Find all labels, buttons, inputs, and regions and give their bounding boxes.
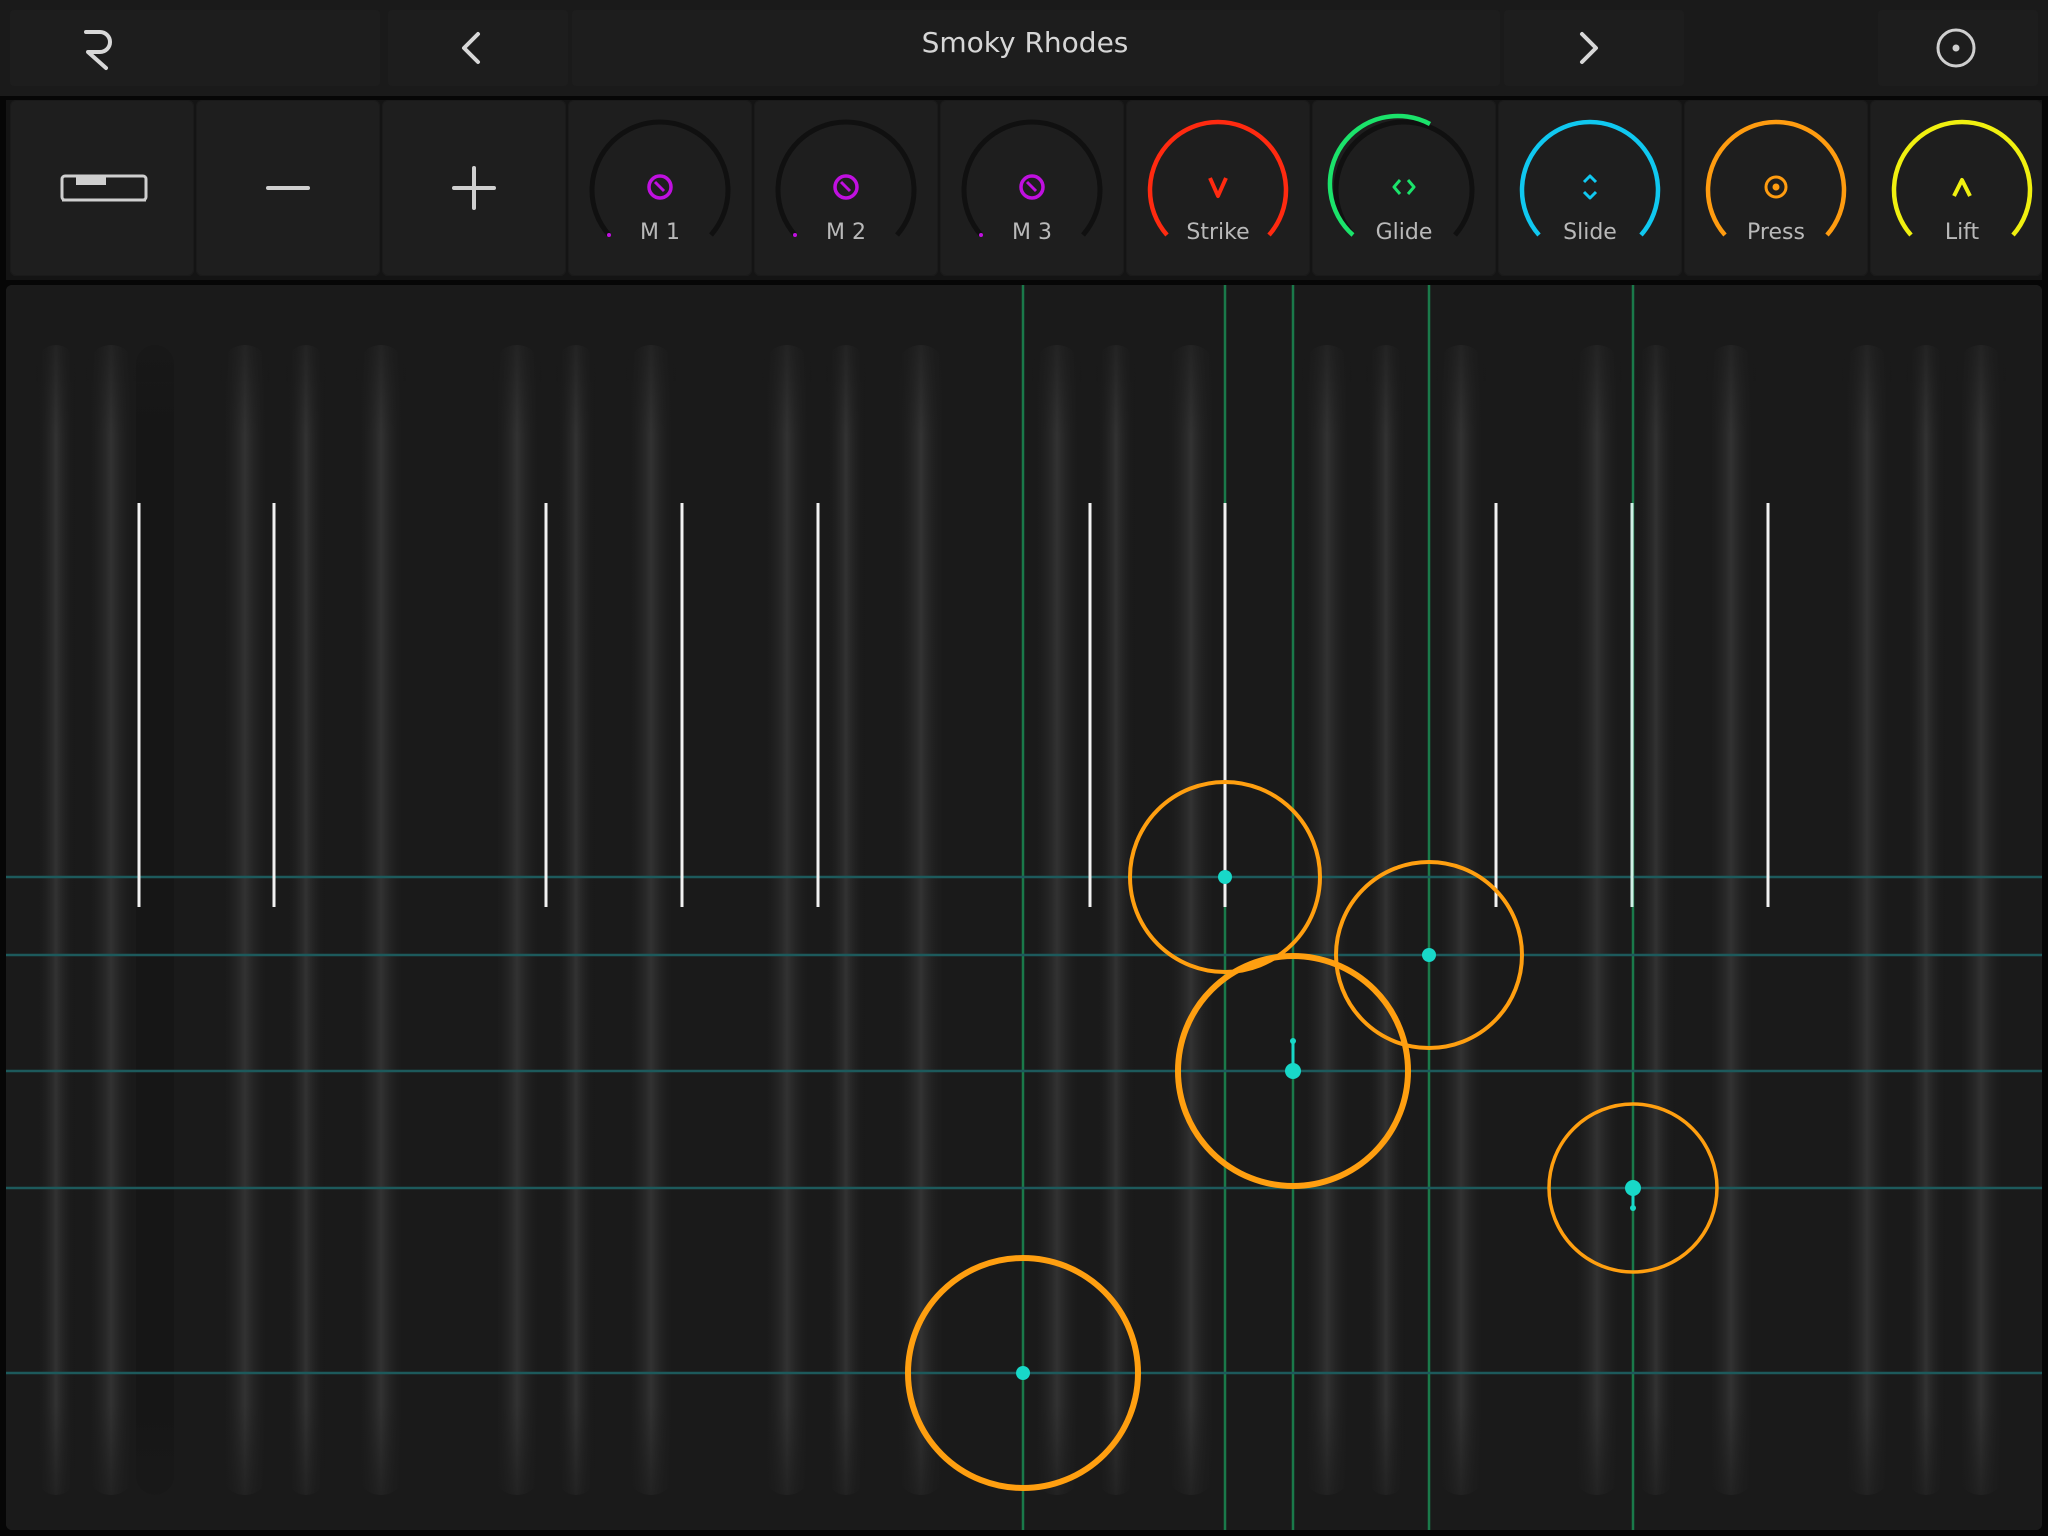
- macro-knob-icon: [775, 119, 917, 237]
- keyboard-layout-button[interactable]: [10, 100, 194, 276]
- strike-label: Strike: [1186, 220, 1250, 245]
- preset-title: Smoky Rhodes: [921, 26, 1129, 59]
- touch-dot: [1016, 1366, 1030, 1380]
- press-icon: [1705, 119, 1847, 237]
- glide-label: Glide: [1375, 220, 1433, 245]
- logo-button[interactable]: [10, 10, 380, 86]
- previous-preset-button[interactable]: [388, 10, 568, 86]
- playing-surface[interactable]: [6, 285, 2042, 1530]
- glide-icon: [1327, 113, 1475, 237]
- glide-knob[interactable]: Glide: [1312, 100, 1496, 276]
- press-label: Press: [1747, 220, 1805, 245]
- keywave-surface[interactable]: [6, 285, 2042, 1530]
- chevron-left-icon: [462, 32, 480, 64]
- record-circle-icon: [1936, 28, 1976, 68]
- minus-icon: [266, 186, 310, 190]
- plus-icon: [452, 166, 496, 210]
- macro-2-knob[interactable]: M 2: [754, 100, 938, 276]
- touch-dot: [1625, 1180, 1641, 1196]
- lift-knob[interactable]: Lift: [1870, 100, 2042, 276]
- touch-dot: [1218, 870, 1232, 884]
- macro-3-knob[interactable]: M 3: [940, 100, 1124, 276]
- octave-down-button[interactable]: [196, 100, 380, 276]
- lift-label: Lift: [1944, 220, 1980, 245]
- top-bar: Smoky Rhodes: [0, 0, 2048, 96]
- control-strip: M 1 M 2 M 3 Strike Glide Slide Press Lif…: [6, 100, 2042, 280]
- slide-label: Slide: [1563, 220, 1617, 245]
- strike-icon: [1147, 119, 1289, 237]
- slide-icon: [1519, 119, 1661, 237]
- macro-knob-icon: [589, 119, 731, 237]
- macro-1-knob[interactable]: M 1: [568, 100, 752, 276]
- octave-up-button[interactable]: [382, 100, 566, 276]
- touch-dot: [1285, 1063, 1301, 1079]
- lift-icon: [1891, 119, 2033, 237]
- strike-knob[interactable]: Strike: [1126, 100, 1310, 276]
- macro-knob-icon: [961, 119, 1103, 237]
- next-preset-button[interactable]: [1504, 10, 1684, 86]
- touch-dot: [1422, 948, 1436, 962]
- slide-knob[interactable]: Slide: [1498, 100, 1682, 276]
- roli-logo-icon: [84, 30, 112, 70]
- press-knob[interactable]: Press: [1684, 100, 1868, 276]
- macro-1-label: M 1: [640, 220, 680, 245]
- chevron-right-icon: [1580, 32, 1598, 64]
- keyboard-layout-icon: [60, 174, 148, 202]
- macro-2-label: M 2: [826, 220, 866, 245]
- settings-button[interactable]: [1878, 10, 2038, 86]
- macro-3-label: M 3: [1012, 220, 1052, 245]
